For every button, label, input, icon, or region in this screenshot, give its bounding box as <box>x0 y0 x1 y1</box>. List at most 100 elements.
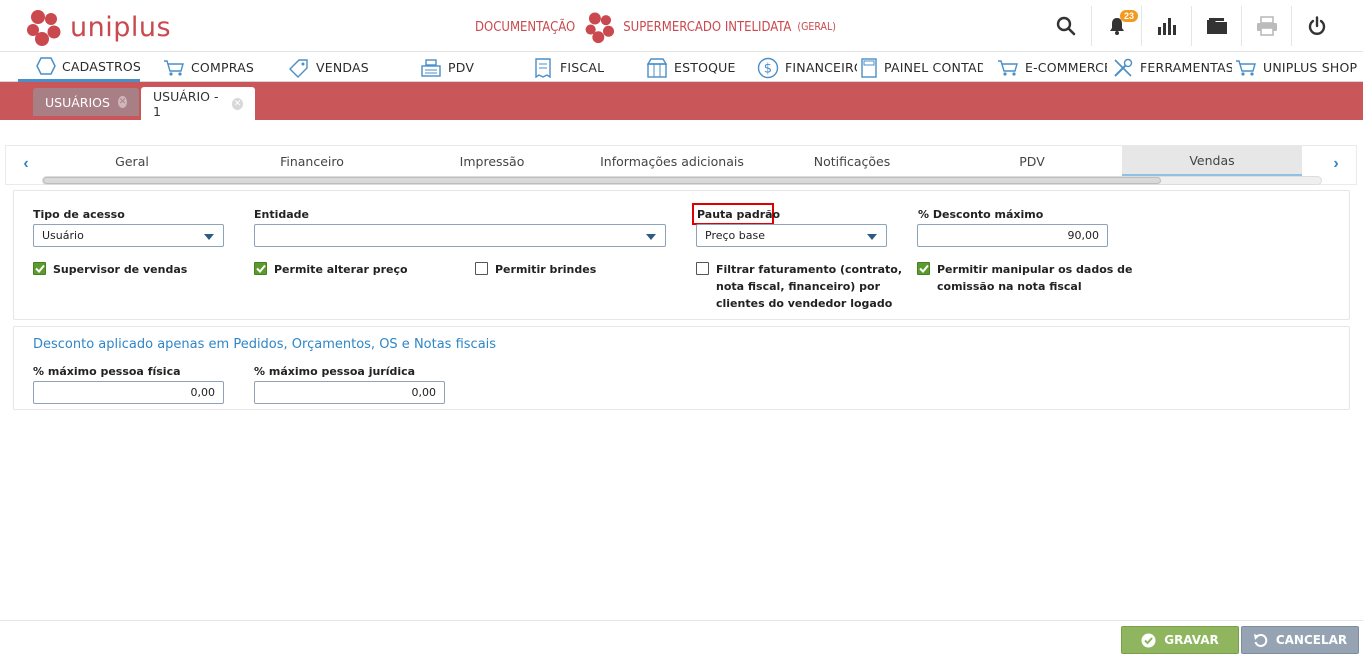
dollar-icon: $ <box>757 57 779 78</box>
menu-pdv[interactable]: PDV <box>420 53 510 82</box>
menu-financeiro[interactable]: $ FINANCEIRO <box>757 53 857 82</box>
close-icon[interactable]: ✕ <box>232 97 243 110</box>
logo-text: uniplus <box>70 11 172 43</box>
calculator-icon <box>860 57 878 78</box>
subtabs-scrollbar[interactable] <box>42 176 1322 185</box>
subtab-vendas[interactable]: Vendas <box>1122 146 1302 176</box>
tab-label: USUÁRIO - 1 <box>153 88 219 119</box>
close-icon[interactable]: ✕ <box>117 96 127 108</box>
comissao-label: Permitir manipular os dados de comissão … <box>937 261 1132 295</box>
filtrar-line-1: Filtrar faturamento (contrato, <box>716 263 902 276</box>
checkbox-checked-icon[interactable] <box>917 262 930 275</box>
undo-icon <box>1253 633 1268 648</box>
tools-icon <box>1112 58 1134 78</box>
pessoa-juridica-input[interactable]: 0,00 <box>254 381 445 404</box>
checkbox-checked-icon[interactable] <box>33 262 46 275</box>
scrollbar-thumb[interactable] <box>43 177 1161 184</box>
chevron-down-icon <box>204 234 214 240</box>
search-icon[interactable] <box>1041 6 1091 46</box>
subtab-label: PDV <box>1019 153 1045 169</box>
box-icon <box>646 57 668 78</box>
uniplus-logo[interactable]: uniplus <box>24 7 171 47</box>
comissao-line-1: Permitir manipular os dados de <box>937 263 1133 276</box>
pauta-padrao-label: Pauta padrão <box>697 208 781 221</box>
discount-section-title: Desconto aplicado apenas em Pedidos, Orç… <box>33 337 497 352</box>
check-circle-icon <box>1141 633 1156 648</box>
menu-label: UNIPLUS SHOP <box>1263 60 1358 75</box>
folder-icon[interactable] <box>1191 6 1241 46</box>
menu-compras[interactable]: COMPRAS <box>163 53 273 82</box>
subtab-informacoes-adicionais[interactable]: Informações adicionais <box>582 146 762 176</box>
menu-estoque[interactable]: ESTOQUE <box>646 53 756 82</box>
chevron-left-icon[interactable]: ‹ <box>16 154 36 174</box>
filtrar-line-2: nota fiscal, financeiro) por <box>716 280 881 293</box>
tab-usuario-1[interactable]: USUÁRIO - 1 ✕ <box>141 87 255 120</box>
comissao-line-2: comissão na nota fiscal <box>937 280 1082 293</box>
chevron-right-icon[interactable]: › <box>1326 154 1346 174</box>
menu-fiscal[interactable]: FISCAL <box>532 53 632 82</box>
menu-label: CADASTROS <box>62 58 140 74</box>
subtab-notificacoes[interactable]: Notificações <box>762 146 942 176</box>
tag-icon <box>288 58 310 78</box>
menu-ferramentas[interactable]: FERRAMENTAS <box>1112 53 1232 82</box>
footer-actions: GRAVAR CANCELAR <box>0 620 1363 660</box>
chart-icon[interactable] <box>1141 6 1191 46</box>
subtab-label: Geral <box>115 153 149 169</box>
pessoa-juridica-value: 0,00 <box>411 386 437 399</box>
comissao-checkbox[interactable]: Permitir manipular os dados de comissão … <box>917 261 1132 295</box>
company-name[interactable]: SUPERMERCADO INTELIDATA <box>623 20 791 35</box>
printer-icon[interactable] <box>1241 6 1291 46</box>
checkbox-checked-icon[interactable] <box>254 262 267 275</box>
documentation-label[interactable]: DOCUMENTAÇÃO <box>475 20 575 35</box>
entidade-select[interactable] <box>254 224 666 247</box>
entidade-label: Entidade <box>254 208 310 221</box>
hexagon-icon <box>36 56 56 76</box>
menu-label: COMPRAS <box>191 60 254 75</box>
menu-cadastros[interactable]: CADASTROS <box>18 53 140 82</box>
window-tabs: USUÁRIOS ✕ USUÁRIO - 1 ✕ <box>0 82 1363 120</box>
receipt-icon <box>532 57 554 78</box>
cart-icon <box>1235 58 1257 78</box>
register-icon <box>420 58 442 78</box>
menu-label: FISCAL <box>560 60 605 75</box>
pauta-padrao-select[interactable]: Preço base <box>696 224 887 247</box>
checkbox-unchecked-icon[interactable] <box>696 262 709 275</box>
menu-ecommerce[interactable]: E-COMMERCE <box>997 53 1107 82</box>
supervisor-checkbox[interactable]: Supervisor de vendas <box>33 261 187 278</box>
subtab-financeiro[interactable]: Financeiro <box>222 146 402 176</box>
cancel-button[interactable]: CANCELAR <box>1241 626 1359 654</box>
subtab-label: Notificações <box>813 153 891 169</box>
uniplus-logo-mark <box>24 7 64 47</box>
save-button[interactable]: GRAVAR <box>1121 626 1239 654</box>
tipo-acesso-value: Usuário <box>42 229 84 242</box>
main-menu: CADASTROS COMPRAS VENDAS PDV FISCAL ESTO… <box>0 53 1363 82</box>
filtrar-line-3: clientes do vendedor logado <box>716 297 893 310</box>
save-label: GRAVAR <box>1164 633 1219 647</box>
subtab-label: Impressão <box>459 153 525 169</box>
subtabs: ‹ Geral Financeiro Impressão Informações… <box>5 145 1357 185</box>
power-icon[interactable] <box>1291 6 1341 46</box>
subtab-geral[interactable]: Geral <box>42 146 222 176</box>
alterar-preco-label: Permite alterar preço <box>274 263 408 276</box>
tipo-acesso-select[interactable]: Usuário <box>33 224 224 247</box>
desconto-maximo-label: % Desconto máximo <box>918 208 1044 221</box>
alterar-preco-checkbox[interactable]: Permite alterar preço <box>254 261 408 278</box>
subtab-pdv[interactable]: PDV <box>942 146 1122 176</box>
pessoa-fisica-input[interactable]: 0,00 <box>33 381 224 404</box>
supervisor-label: Supervisor de vendas <box>53 263 188 276</box>
menu-painel-contador[interactable]: PAINEL CONTADOR <box>860 53 983 82</box>
subtab-label: Vendas <box>1189 152 1235 168</box>
menu-uniplus-shop[interactable]: UNIPLUS SHOP <box>1235 53 1360 82</box>
checkbox-unchecked-icon[interactable] <box>475 262 488 275</box>
menu-vendas[interactable]: VENDAS <box>288 53 398 82</box>
brindes-checkbox[interactable]: Permitir brindes <box>475 261 596 278</box>
subtab-impressao[interactable]: Impressão <box>402 146 582 176</box>
bell-icon[interactable]: 23 <box>1091 6 1141 46</box>
menu-label: PDV <box>448 60 475 75</box>
cart-icon <box>163 58 185 78</box>
filtrar-faturamento-checkbox[interactable]: Filtrar faturamento (contrato, nota fisc… <box>696 261 902 312</box>
desconto-maximo-input[interactable]: 90,00 <box>917 224 1108 247</box>
menu-label: FINANCEIRO <box>785 60 857 75</box>
chevron-down-icon <box>646 234 656 240</box>
tab-usuarios[interactable]: USUÁRIOS ✕ <box>33 88 139 116</box>
